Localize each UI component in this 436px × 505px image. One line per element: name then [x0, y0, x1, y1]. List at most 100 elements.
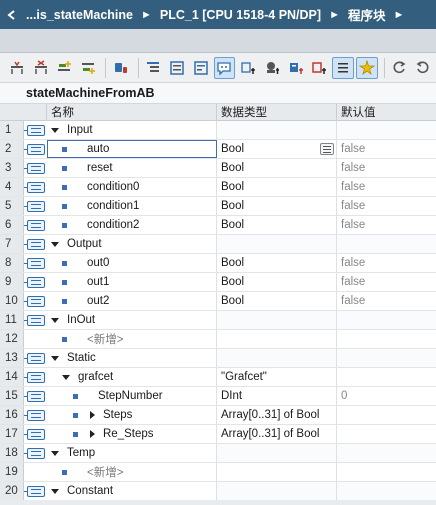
- name-cell[interactable]: Temp: [47, 444, 217, 462]
- name-cell[interactable]: Constant: [47, 482, 217, 500]
- name-cell[interactable]: Input: [47, 121, 217, 139]
- type-cell[interactable]: [217, 330, 337, 348]
- variable-name[interactable]: InOut: [67, 314, 95, 326]
- type-cell[interactable]: Bool: [217, 140, 337, 158]
- row-number[interactable]: 15: [0, 387, 24, 405]
- type-cell[interactable]: Bool: [217, 216, 337, 234]
- table-row[interactable]: 5 condition1 Bool false: [0, 197, 436, 216]
- default-value-cell[interactable]: [337, 330, 436, 348]
- table-row[interactable]: 4 condition0 Bool false: [0, 178, 436, 197]
- breadcrumb-folder[interactable]: 程序块: [348, 5, 386, 24]
- settings-icon[interactable]: [237, 57, 259, 79]
- variable-name[interactable]: condition1: [87, 200, 139, 212]
- insert-row-icon[interactable]: [6, 57, 28, 79]
- name-cell[interactable]: <新增>: [47, 330, 217, 348]
- back-arrow-icon[interactable]: [4, 9, 18, 20]
- type-cell[interactable]: [217, 349, 337, 367]
- type-cell[interactable]: Bool: [217, 292, 337, 310]
- variable-name[interactable]: condition0: [87, 181, 139, 193]
- row-number[interactable]: 10: [0, 292, 24, 310]
- type-cell[interactable]: [217, 311, 337, 329]
- add-below-icon[interactable]: [77, 57, 99, 79]
- table-row[interactable]: 11 InOut: [0, 311, 436, 330]
- default-value-cell[interactable]: false: [337, 273, 436, 291]
- default-value-cell[interactable]: false: [337, 178, 436, 196]
- collapse-all-icon[interactable]: [166, 57, 188, 79]
- default-value-cell[interactable]: false: [337, 159, 436, 177]
- table-row[interactable]: 2 auto Bool false: [0, 140, 436, 159]
- type-cell[interactable]: DInt: [217, 387, 337, 405]
- table-row[interactable]: 7 Output: [0, 235, 436, 254]
- name-cell[interactable]: InOut: [47, 311, 217, 329]
- column-header-name[interactable]: 名称: [47, 104, 217, 120]
- table-row[interactable]: 17 Re_Steps Array[0..31] of Bool: [0, 425, 436, 444]
- name-cell[interactable]: auto: [47, 140, 217, 158]
- collapse-triangle-icon[interactable]: [51, 241, 59, 247]
- table-row[interactable]: 3 reset Bool false: [0, 159, 436, 178]
- variable-name[interactable]: Input: [67, 124, 93, 136]
- variable-name[interactable]: Steps: [103, 409, 132, 421]
- default-value-cell[interactable]: false: [337, 140, 436, 158]
- variable-name[interactable]: Temp: [67, 447, 95, 459]
- name-cell[interactable]: reset: [47, 159, 217, 177]
- default-value-cell[interactable]: [337, 444, 436, 462]
- copy-snapshot-icon[interactable]: [389, 57, 411, 79]
- type-cell[interactable]: "Grafcet": [217, 368, 337, 386]
- default-value-cell[interactable]: [337, 311, 436, 329]
- show-hmi-icon[interactable]: [213, 56, 236, 79]
- name-cell[interactable]: condition1: [47, 197, 217, 215]
- show-comments-icon[interactable]: [190, 57, 212, 79]
- collapse-triangle-icon[interactable]: [51, 317, 59, 323]
- row-number[interactable]: 8: [0, 254, 24, 272]
- variable-name[interactable]: grafcet: [78, 371, 113, 383]
- row-number[interactable]: 14: [0, 368, 24, 386]
- plc-tag-icon[interactable]: [308, 57, 330, 79]
- variable-name[interactable]: StepNumber: [98, 390, 163, 402]
- row-number[interactable]: 2: [0, 140, 24, 158]
- variable-name[interactable]: auto: [87, 143, 109, 155]
- variable-name[interactable]: Static: [67, 352, 96, 364]
- default-value-cell[interactable]: [337, 425, 436, 443]
- name-cell[interactable]: Re_Steps: [47, 425, 217, 443]
- table-row[interactable]: 20 Constant: [0, 482, 436, 501]
- name-cell[interactable]: out0: [47, 254, 217, 272]
- row-number[interactable]: 4: [0, 178, 24, 196]
- row-number[interactable]: 6: [0, 216, 24, 234]
- setpoint-icon[interactable]: [285, 57, 307, 79]
- default-value-cell[interactable]: [337, 368, 436, 386]
- collapse-triangle-icon[interactable]: [51, 127, 59, 133]
- type-cell[interactable]: [217, 482, 337, 500]
- default-value-cell[interactable]: [337, 482, 436, 500]
- type-cell[interactable]: Bool: [217, 159, 337, 177]
- name-cell[interactable]: grafcet: [47, 368, 217, 386]
- default-value-cell[interactable]: false: [337, 216, 436, 234]
- table-row[interactable]: 15 StepNumber DInt 0: [0, 387, 436, 406]
- type-cell[interactable]: [217, 121, 337, 139]
- collapse-triangle-icon[interactable]: [51, 450, 59, 456]
- table-row[interactable]: 8 out0 Bool false: [0, 254, 436, 273]
- default-value-cell[interactable]: false: [337, 292, 436, 310]
- default-value-cell[interactable]: 0: [337, 387, 436, 405]
- name-cell[interactable]: condition2: [47, 216, 217, 234]
- table-row[interactable]: 14 grafcet "Grafcet": [0, 368, 436, 387]
- collapse-triangle-icon[interactable]: [51, 355, 59, 361]
- default-value-cell[interactable]: [337, 349, 436, 367]
- table-row[interactable]: 19 <新增>: [0, 463, 436, 482]
- list-icon[interactable]: [332, 56, 354, 79]
- table-row[interactable]: 18 Temp: [0, 444, 436, 463]
- collapse-triangle-icon[interactable]: [51, 488, 59, 494]
- table-row[interactable]: 16 Steps Array[0..31] of Bool: [0, 406, 436, 425]
- load-snapshot-icon[interactable]: [412, 57, 434, 79]
- monitor-icon[interactable]: [110, 57, 132, 79]
- type-cell[interactable]: Array[0..31] of Bool: [217, 406, 337, 424]
- table-row[interactable]: 12 <新增>: [0, 330, 436, 349]
- delete-row-icon[interactable]: [30, 57, 52, 79]
- default-value-cell[interactable]: false: [337, 197, 436, 215]
- expand-triangle-icon[interactable]: [90, 430, 95, 438]
- default-value-cell[interactable]: [337, 121, 436, 139]
- name-cell[interactable]: condition0: [47, 178, 217, 196]
- variable-name[interactable]: out0: [87, 257, 109, 269]
- row-number[interactable]: 11: [0, 311, 24, 329]
- add-new-placeholder[interactable]: <新增>: [87, 464, 123, 480]
- name-cell[interactable]: Output: [47, 235, 217, 253]
